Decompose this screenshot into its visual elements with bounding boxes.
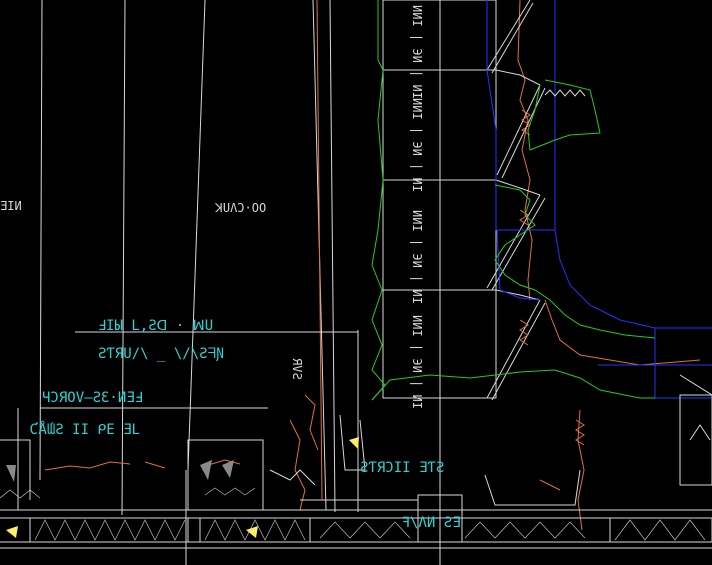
block-label: ИИI | ЭИ | ИI: [410, 315, 424, 409]
markers: [6, 437, 359, 538]
yellow-marker-icon: [6, 526, 18, 538]
block-label: ИИI | ЭИ | ИI: [410, 210, 424, 304]
annotation-label: ƧƬЯU/\ _ \/\ƧᖷƝ: [98, 346, 224, 362]
block-label: ИИI | ЭИ | ИI: [410, 98, 424, 192]
annotation-label: ƧƬЯƆII ƎƬƧ: [360, 460, 444, 476]
annotation-label: ℲIЫ L,Ƨᗡ · ꟽU: [98, 318, 213, 334]
blue-boundary: [486, 0, 712, 399]
gray-arrowhead-icon: [6, 465, 16, 482]
annotation-label: ЧƆЯOV–ƧƐ·ИƎℲ: [42, 390, 143, 406]
yellow-marker-icon: [349, 437, 359, 449]
vertical-label: ЯVƧ: [290, 358, 304, 380]
right-side-box: [679, 374, 712, 486]
vertical-gridlines: [39, 0, 441, 565]
gray-arrowhead-icon: [222, 460, 234, 478]
annotation-label: ꟻ\ΛИ ƧƎ: [402, 515, 461, 531]
cad-drawing-canvas[interactable]: ИИI | ЭИ | ИI ИИI | ЭИ | ИI ИИI | ЭИ | И…: [0, 0, 712, 565]
road-hatching: [0, 487, 706, 541]
cyan-annotations: ℲIЫ L,Ƨᗡ · ꟽU ƧƬЯU/\ _ \/\ƧᖷƝ ЧƆЯOV–ƧƐ·И…: [30, 318, 461, 531]
road-bands: [0, 509, 712, 549]
building-blocks: [382, 0, 541, 399]
annotation-label: ƇǺƜƧ II ᑭE ƎL: [30, 421, 140, 438]
gray-arrowhead-icon: [200, 460, 212, 480]
lot-label: ꓘUɅƆ·OO: [214, 201, 266, 215]
block-label: ИИI | ЭИ | ИI: [410, 5, 424, 99]
yellow-marker-icon: [246, 526, 258, 538]
edge-label: ƎIИ: [0, 199, 22, 213]
